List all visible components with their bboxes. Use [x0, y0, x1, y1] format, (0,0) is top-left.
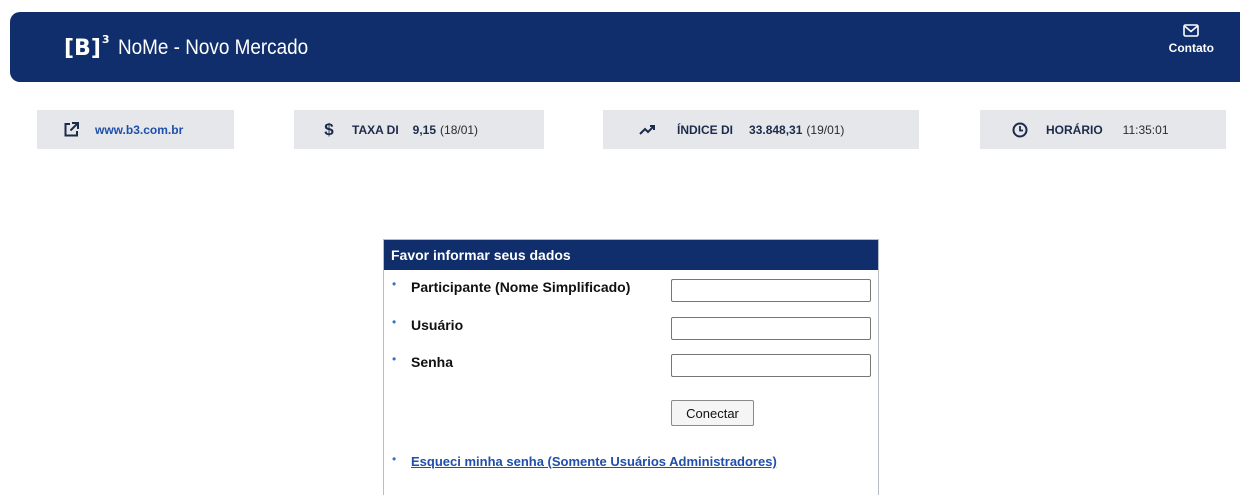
login-panel: Favor informar seus dados • Participante…: [383, 239, 879, 495]
contact-button[interactable]: Contato: [1169, 24, 1214, 55]
horario-label: HORÁRIO: [1046, 122, 1103, 137]
info-taxa-di: $ TAXA DI 9,15 (18/01): [294, 110, 544, 149]
clock-icon: [1010, 120, 1030, 140]
info-horario: HORÁRIO 11:35:01: [980, 110, 1226, 149]
indice-di-value: 33.848,31: [749, 122, 803, 137]
usuario-label: Usuário: [411, 317, 464, 333]
senha-row: • Senha: [384, 352, 878, 378]
taxa-di-value: 9,15: [412, 122, 437, 137]
b3-site-link[interactable]: www.b3.com.br: [95, 123, 183, 137]
connect-button[interactable]: Conectar: [671, 400, 754, 426]
participante-input[interactable]: [671, 279, 871, 302]
horario-value: 11:35:01: [1122, 122, 1169, 137]
participante-row: • Participante (Nome Simplificado): [384, 277, 878, 303]
b3-logo: [B]3: [64, 32, 110, 61]
bullet-icon: •: [392, 452, 397, 466]
login-panel-title: Favor informar seus dados: [384, 240, 878, 270]
senha-input[interactable]: [671, 354, 871, 377]
app-title: NoMe - Novo Mercado: [118, 36, 309, 59]
mail-icon: [1183, 24, 1200, 37]
usuario-input[interactable]: [671, 317, 871, 340]
info-site: www.b3.com.br: [37, 110, 234, 149]
senha-label: Senha: [411, 354, 454, 370]
contact-label: Contato: [1168, 41, 1214, 55]
top-header: [B]3 NoMe - Novo Mercado Contato: [10, 12, 1240, 82]
indice-di-label: ÍNDICE DI: [677, 122, 734, 137]
participante-label: Participante (Nome Simplificado): [411, 279, 631, 295]
bullet-icon: •: [392, 277, 397, 291]
trending-up-icon: [637, 120, 657, 140]
forgot-password-link[interactable]: Esqueci minha senha (Somente Usuários Ad…: [411, 454, 777, 469]
info-indice-di: ÍNDICE DI 33.848,31 (19/01): [603, 110, 919, 149]
bullet-icon: •: [392, 352, 397, 366]
usuario-row: • Usuário: [384, 315, 878, 341]
external-link-icon: [61, 120, 81, 140]
dollar-icon: $: [324, 119, 334, 139]
taxa-di-date: (18/01): [440, 122, 479, 137]
indice-di-date: (19/01): [806, 122, 845, 137]
taxa-di-label: TAXA DI: [352, 122, 399, 137]
bullet-icon: •: [392, 315, 397, 329]
